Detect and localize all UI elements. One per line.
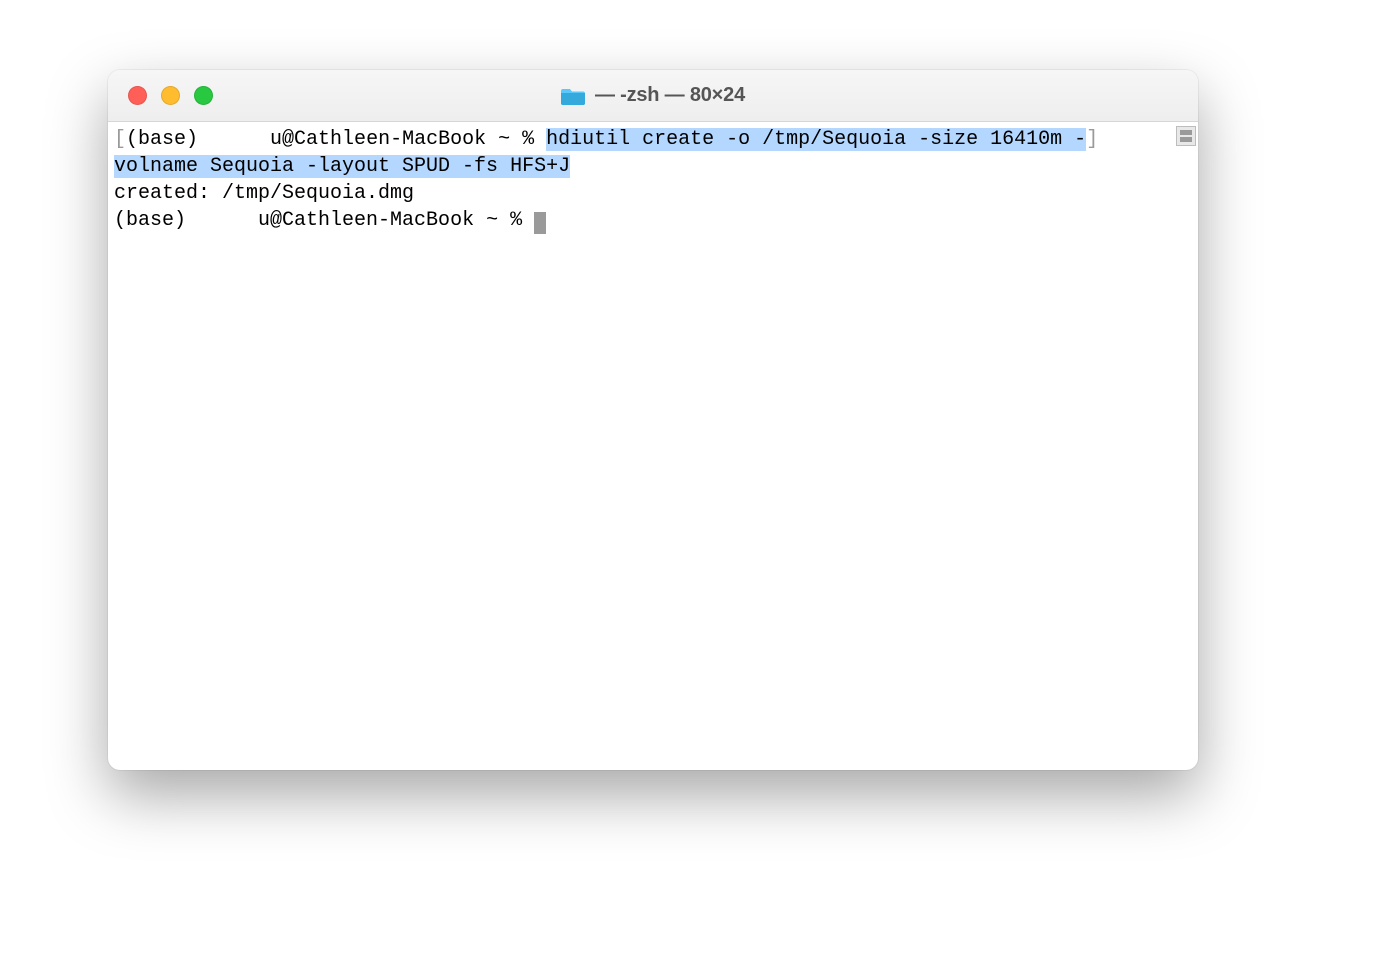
- titlebar[interactable]: — -zsh — 80×24: [108, 70, 1198, 122]
- alternate-screen-indicator-icon[interactable]: [1176, 126, 1196, 146]
- close-button[interactable]: [128, 86, 147, 105]
- cursor: [534, 212, 546, 234]
- window-title-text: — -zsh — 80×24: [595, 84, 745, 107]
- terminal-output[interactable]: [(base) u@Cathleen-MacBook ~ % hdiutil c…: [108, 122, 1198, 770]
- prompt-user-redacted: [210, 126, 270, 153]
- prompt-env-2: (base): [114, 209, 198, 232]
- terminal-window: — -zsh — 80×24 [(base) u@Cathleen-MacBoo…: [108, 70, 1198, 770]
- bracket-close: ]: [1086, 128, 1098, 151]
- terminal-content-wrap: [(base) u@Cathleen-MacBook ~ % hdiutil c…: [108, 122, 1198, 770]
- prompt-host: u@Cathleen-MacBook ~ %: [270, 128, 546, 151]
- window-title: — -zsh — 80×24: [108, 84, 1198, 107]
- minimize-button[interactable]: [161, 86, 180, 105]
- prompt-user-redacted-2: [198, 207, 258, 234]
- command-selected-part2: volname Sequoia -layout SPUD -fs HFS+J: [114, 155, 570, 178]
- bracket-open: [: [114, 128, 126, 151]
- output-line: created: /tmp/Sequoia.dmg: [114, 182, 414, 205]
- command-selected-part1: hdiutil create -o /tmp/Sequoia -size 164…: [546, 128, 1086, 151]
- prompt-host-2: u@Cathleen-MacBook ~ %: [258, 209, 534, 232]
- prompt-env: (base): [126, 128, 210, 151]
- maximize-button[interactable]: [194, 86, 213, 105]
- folder-icon: [561, 86, 585, 106]
- traffic-lights: [108, 86, 213, 105]
